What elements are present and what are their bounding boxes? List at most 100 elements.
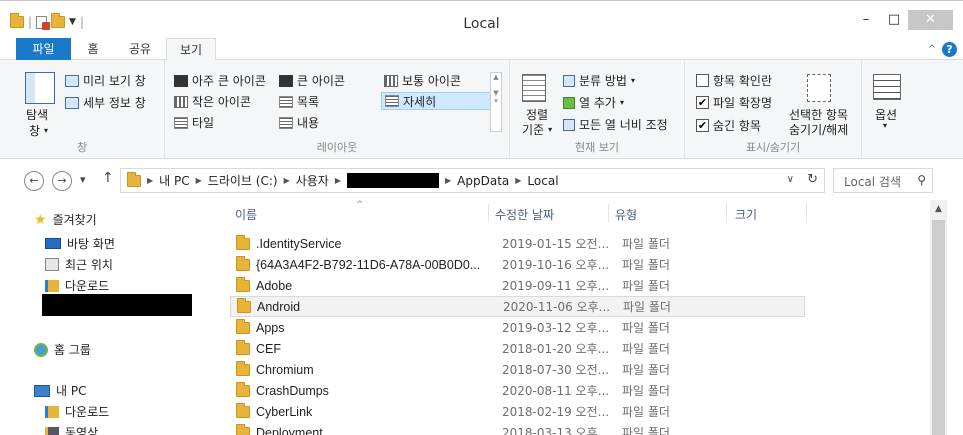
file-date: 2018-01-20 오후... [502,342,610,356]
vertical-scrollbar[interactable]: ▲ [930,200,947,435]
search-input[interactable]: Local 검색 ⚲ [833,168,933,193]
column-divider[interactable] [608,204,609,222]
item-checkboxes-checkbox[interactable] [696,74,709,87]
column-header-name[interactable]: 이름 [235,206,257,223]
navigation-pane-label: 탐색 [26,108,49,122]
details-pane-label: 세부 정보 창 [83,96,146,110]
tab-home[interactable]: 홈 [78,38,108,60]
folder-icon [236,234,250,250]
breadcrumb-appdata[interactable]: AppData [457,174,509,188]
hide-selected-icon[interactable] [807,74,831,102]
recent-locations-icon[interactable]: ▾ [80,173,86,186]
hide-selected-button-line2[interactable]: 숨기기/해제 [789,121,848,138]
collapse-ribbon-icon[interactable]: ^ [928,44,936,55]
chevron-right-icon[interactable]: ▶ [445,176,451,185]
breadcrumb-local[interactable]: Local [527,174,558,188]
column-header-type[interactable]: 유형 [615,206,637,223]
nav-pc-videos-label: 동영상 [65,426,99,435]
address-history-dropdown-icon[interactable]: ∨ [787,174,794,185]
sort-by-icon[interactable] [522,74,546,102]
navigation-pane-dropdown[interactable]: 창 ▾ [29,122,48,139]
help-icon[interactable]: ? [942,42,957,57]
redacted-username [347,173,439,188]
breadcrumb-users[interactable]: 사용자 [296,172,329,189]
file-type: 파일 폴더 [622,321,670,335]
file-row[interactable]: CyberLink 2018-02-19 오전... 파일 폴더 [230,401,805,422]
close-button[interactable]: ✕ [908,10,953,30]
refresh-icon[interactable]: ↻ [807,172,818,187]
add-columns-button[interactable]: 열 추가 ▾ [563,94,624,111]
scrollbar-thumb[interactable] [932,220,945,435]
folder-icon [236,381,250,397]
chevron-right-icon[interactable]: ▶ [335,176,341,185]
layout-extra-large-icons[interactable]: 아주 큰 아이콘 [174,72,266,89]
column-header-date[interactable]: 수정한 날짜 [495,206,554,223]
layout-large-icons[interactable]: 큰 아이콘 [279,72,345,89]
chevron-right-icon[interactable]: ▶ [147,176,153,185]
column-divider[interactable] [806,204,807,222]
chevron-right-icon[interactable]: ▶ [284,176,290,185]
chevron-down-icon: ▾ [44,126,49,135]
layout-details[interactable]: 자세히 [381,92,491,110]
address-bar[interactable]: ▶ 내 PC ▶ 드라이브 (C:) ▶ 사용자 ▶ ▶ AppData ▶ L… [120,168,825,193]
file-name: {64A3A4F2-B792-11D6-A78A-00B0D0... [256,257,481,272]
search-icon[interactable]: ⚲ [917,173,926,187]
details-pane-button[interactable]: 세부 정보 창 [65,94,146,111]
options-icon[interactable] [873,74,901,100]
column-divider[interactable] [488,204,489,222]
options-dropdown[interactable]: ▾ [883,121,887,130]
file-row[interactable]: Deployment 2018-03-13 오후... 파일 폴더 [230,422,805,435]
nav-homegroup[interactable]: 홈 그룹 [34,341,91,358]
file-row[interactable]: .IdentityService 2019-01-15 오전... 파일 폴더 [230,233,805,254]
breadcrumb-this-pc[interactable]: 내 PC [159,172,189,189]
file-row[interactable]: CrashDumps 2020-08-11 오후... 파일 폴더 [230,380,805,401]
forward-button[interactable]: → [52,171,72,191]
videos-icon [45,426,59,435]
nav-pc-videos[interactable]: 동영상 [45,424,98,435]
layout-gallery-scroll[interactable]: ▲ ▼ ▾ [490,72,502,132]
preview-pane-button[interactable]: 미리 보기 창 [65,72,146,89]
file-row[interactable]: Chromium 2018-07-30 오전... 파일 폴더 [230,359,805,380]
maximize-button[interactable]: □ [880,10,908,30]
nav-downloads[interactable]: 다운로드 [45,277,109,294]
up-arrow-icon[interactable]: ↑ [102,170,114,186]
layout-content[interactable]: 내용 [279,114,319,131]
nav-favorites[interactable]: ★ 즐겨찾기 [34,211,97,228]
tab-share[interactable]: 공유 [120,38,160,60]
navigation-pane-icon[interactable] [25,72,55,104]
group-by-button[interactable]: 분류 방법 ▾ [563,72,635,89]
file-row[interactable]: Apps 2019-03-12 오후... 파일 폴더 [230,317,805,338]
layout-list[interactable]: 목록 [279,93,319,110]
tab-file[interactable]: 파일 [16,38,71,60]
nav-desktop[interactable]: 바탕 화면 [45,235,115,252]
layout-tiles[interactable]: 타일 [174,114,214,131]
navigation-pane-button[interactable]: 탐색 [26,106,48,123]
scroll-up-icon[interactable]: ▲ [930,204,947,214]
file-row[interactable]: {64A3A4F2-B792-11D6-A78A-00B0D0... 2019-1… [230,254,805,275]
back-button[interactable]: ← [24,171,44,191]
file-row[interactable]: Android 2020-11-06 오후... 파일 폴더 [230,296,805,317]
item-checkboxes-toggle[interactable]: 항목 확인란 [696,72,772,89]
chevron-right-icon[interactable]: ▶ [196,176,202,185]
nav-this-pc[interactable]: 내 PC [34,382,86,399]
sort-by-dropdown[interactable]: 기준 ▾ [522,121,552,138]
nav-pc-downloads[interactable]: 다운로드 [45,403,109,420]
breadcrumb-drive-c[interactable]: 드라이브 (C:) [208,172,278,189]
column-header-size[interactable]: 크기 [735,206,757,223]
hidden-items-checkbox[interactable]: ✔ [696,119,709,132]
layout-small-icons[interactable]: 작은 아이콘 [174,93,251,110]
nav-recent[interactable]: 최근 위치 [45,256,113,273]
file-extensions-toggle[interactable]: ✔ 파일 확장명 [696,94,772,111]
file-date: 2019-01-15 오전... [502,237,610,251]
size-all-columns-button[interactable]: 모든 열 너비 조정 [563,116,668,133]
column-divider[interactable] [726,204,727,222]
tab-view[interactable]: 보기 [166,38,216,61]
large-icons-icon [279,74,293,87]
file-row[interactable]: Adobe 2019-09-11 오후... 파일 폴더 [230,275,805,296]
file-row[interactable]: CEF 2018-01-20 오후... 파일 폴더 [230,338,805,359]
hidden-items-toggle[interactable]: ✔ 숨긴 항목 [696,117,761,134]
minimize-button[interactable]: – [852,10,880,30]
file-extensions-checkbox[interactable]: ✔ [696,96,709,109]
chevron-right-icon[interactable]: ▶ [515,176,521,185]
layout-medium-icons[interactable]: 보통 아이콘 [384,72,461,89]
